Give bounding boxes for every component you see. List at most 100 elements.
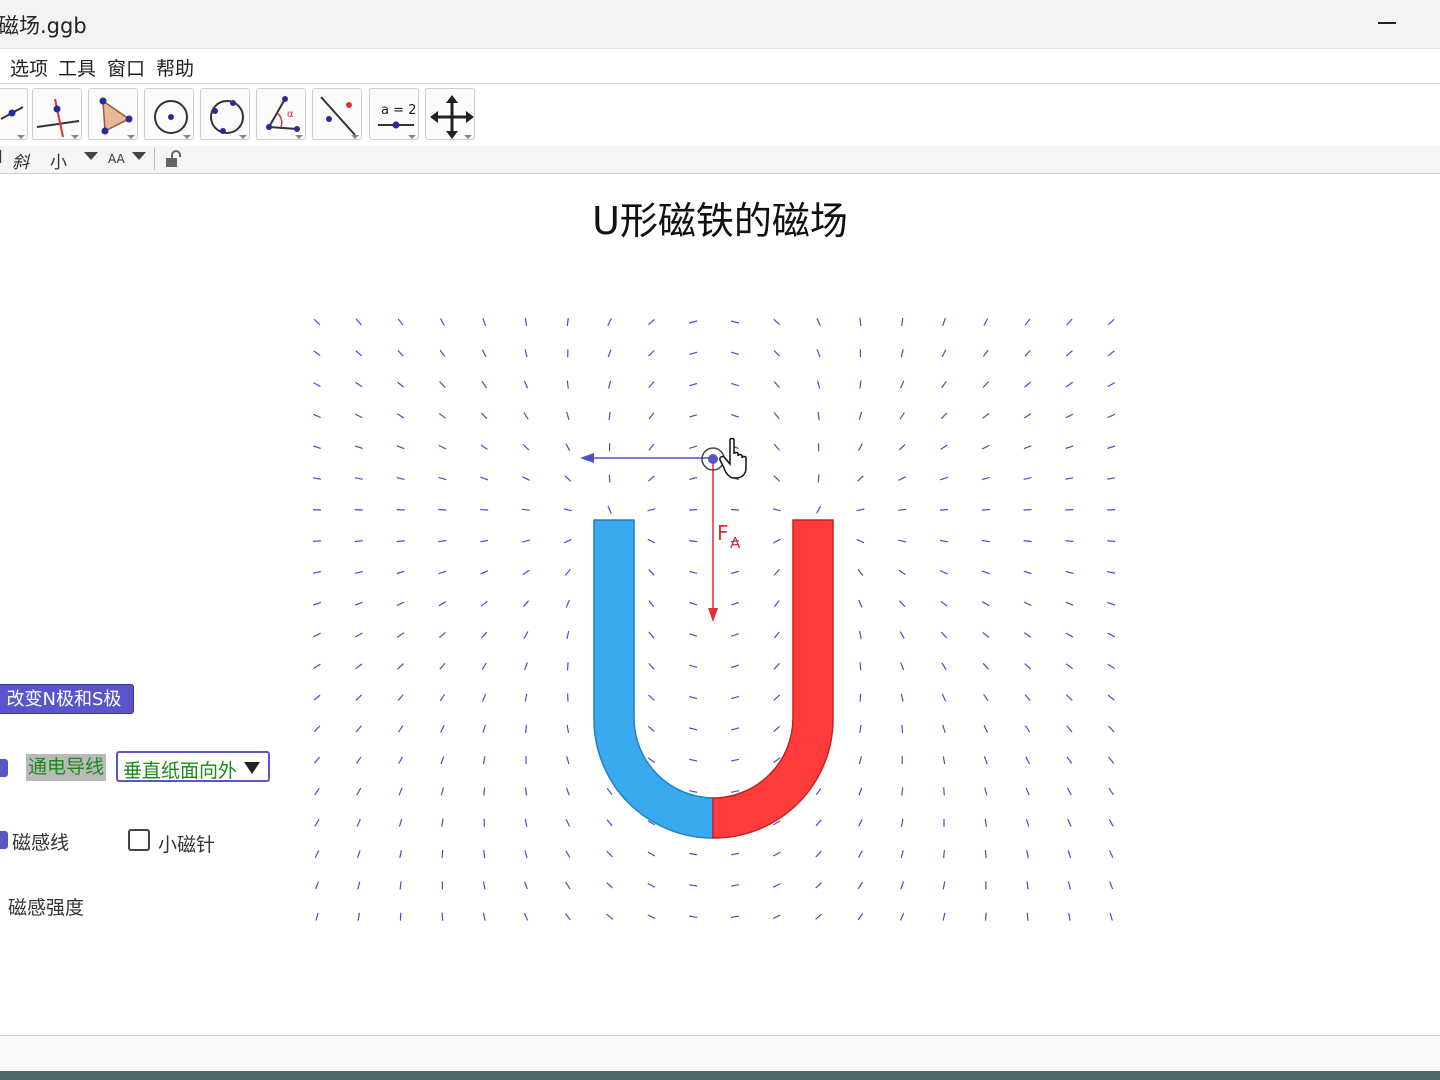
field-needle [563,538,572,544]
field-needle [397,663,405,670]
field-needle [1026,850,1029,859]
field-needle [524,787,528,796]
chevron-down-icon [244,762,260,774]
field-needle [647,725,655,732]
field-needle [901,317,904,327]
wire-direction-select[interactable]: 垂直纸面向外 [116,751,270,782]
field-needle [773,350,781,357]
field-needle [356,787,362,796]
field-needle [689,884,698,887]
field-needle [399,850,402,859]
field-needle [1066,725,1073,733]
field-needle [481,349,487,358]
field-needle [898,444,906,451]
field-needle [982,381,990,388]
field-needle [648,412,655,420]
field-needle [982,662,989,670]
field-needle [480,600,488,607]
field-needle [313,382,321,388]
field-needle [773,851,781,857]
field-needle [481,380,487,389]
field-needle [856,508,865,512]
field-needle [355,381,363,388]
field-needle [357,881,361,890]
field-needle [523,412,529,420]
field-needle [565,850,571,858]
field-needle [857,913,864,921]
field-needle [900,881,905,890]
field-needle [396,601,405,606]
field-needle [941,380,947,389]
field-needle [1065,381,1074,388]
field-needle [396,413,405,419]
field-needle [730,915,740,918]
field-needle [731,633,739,637]
field-needle [566,317,569,327]
field-needle [857,443,863,451]
field-needle [731,414,739,418]
field-needle [730,727,740,731]
field-needle [524,349,528,358]
field-needle [648,475,655,482]
field-needle [1066,318,1073,326]
field-needle [983,318,989,326]
field-lines-checkbox[interactable] [0,831,8,849]
field-needle [355,725,362,733]
field-needle [439,662,446,670]
field-needle [815,819,822,827]
wire-label[interactable]: 通电导线 [26,754,107,781]
field-needle [524,850,528,859]
wire-checkbox[interactable] [0,759,8,777]
field-needle [1067,850,1072,859]
field-needle [730,570,740,575]
field-needle [1024,694,1031,701]
field-needle [648,631,655,639]
field-needle [607,349,612,358]
field-needle [941,349,947,358]
field-needle [1067,881,1071,890]
field-needle [440,756,445,765]
field-needle [940,444,948,450]
compass-checkbox[interactable] [128,829,150,851]
field-needle [1065,413,1074,419]
field-needle [942,756,946,765]
field-needle [1065,601,1074,606]
field-needle [564,475,572,482]
field-needle [647,851,656,857]
field-needle [522,569,530,576]
field-needle [396,632,405,638]
field-needle [1066,787,1072,796]
field-needle [858,756,862,765]
field-needle [606,787,613,796]
field-needle [1107,725,1115,733]
field-needle [815,850,822,858]
field-needle [483,850,486,859]
field-needle [1107,382,1115,388]
field-strength-label: 磁感强度 [8,897,85,919]
field-needle [480,539,489,543]
field-needle [440,725,445,733]
field-needle [313,413,321,419]
swap-poles-button[interactable]: 改变N极和S极 [0,684,134,714]
field-needle [859,380,862,389]
field-needle [859,317,862,327]
field-needle [480,476,489,481]
field-needle [523,380,529,389]
field-needle [983,725,989,733]
field-needle [315,881,319,890]
field-needle [647,914,656,919]
field-needle [815,882,822,889]
field-needle [523,912,529,921]
field-needle [1065,445,1074,450]
field-needle [441,850,444,859]
field-needle [1065,477,1074,480]
field-needle [566,411,570,420]
field-needle [480,444,488,450]
field-needle [817,411,820,420]
field-needle [857,850,863,858]
field-needle [524,317,528,327]
field-needle [815,913,822,920]
field-needle [940,412,948,420]
field-needle [524,662,528,671]
field-needle [1107,413,1116,419]
